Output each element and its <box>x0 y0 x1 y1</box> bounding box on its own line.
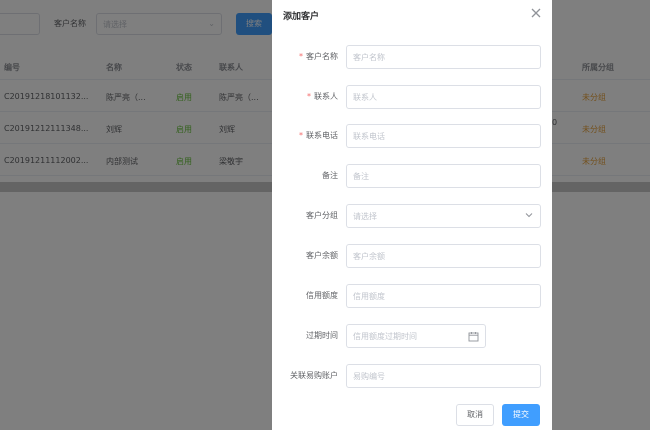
input-placeholder: 联系人 <box>353 93 377 102</box>
credit-limit-input[interactable]: 信用额度 <box>346 284 541 308</box>
field-label: 客户分组 <box>306 211 338 220</box>
linked-account-input[interactable]: 易购编号 <box>346 364 541 388</box>
form-row-contact: * 联系人 联系人 <box>272 85 552 109</box>
required-mark: * <box>307 92 311 101</box>
form-row-credit-limit: 信用额度 信用额度 <box>272 284 552 308</box>
input-placeholder: 易购编号 <box>353 372 385 381</box>
customer-group-select[interactable]: 请选择 <box>346 204 541 228</box>
field-label: 过期时间 <box>306 331 338 340</box>
phone-input[interactable]: 联系电话 <box>346 124 541 148</box>
field-label: 备注 <box>322 171 338 180</box>
required-mark: * <box>299 131 303 140</box>
close-icon[interactable] <box>530 7 542 19</box>
contact-input[interactable]: 联系人 <box>346 85 541 109</box>
form-row-expiry: 过期时间 信用额度过期时间 <box>272 324 552 348</box>
cancel-button[interactable]: 取消 <box>456 404 494 426</box>
field-label: 关联易购账户 <box>290 371 338 380</box>
field-label: * 客户名称 <box>299 52 338 61</box>
field-label: * 联系电话 <box>299 131 338 140</box>
calendar-icon <box>468 332 479 342</box>
form-row-phone: * 联系电话 联系电话 <box>272 124 552 148</box>
form-row-customer-name: * 客户名称 客户名称 <box>272 45 552 69</box>
customer-name-input[interactable]: 客户名称 <box>346 45 541 69</box>
field-label: * 联系人 <box>307 92 338 101</box>
input-placeholder: 客户余额 <box>353 252 385 261</box>
field-label: 信用额度 <box>306 291 338 300</box>
dialog-title: 添加客户 <box>283 12 320 22</box>
form-row-balance: 客户余额 客户余额 <box>272 244 552 268</box>
form-row-remark: 备注 备注 <box>272 164 552 188</box>
input-placeholder: 备注 <box>353 172 369 181</box>
input-placeholder: 联系电话 <box>353 132 385 141</box>
required-mark: * <box>299 52 303 61</box>
select-placeholder: 请选择 <box>353 212 377 221</box>
field-label: 客户余额 <box>306 251 338 260</box>
form-row-customer-group: 客户分组 请选择 <box>272 204 552 228</box>
input-placeholder: 信用额度过期时间 <box>353 332 417 341</box>
balance-input[interactable]: 客户余额 <box>346 244 541 268</box>
chevron-down-icon <box>525 213 533 218</box>
add-customer-dialog: 添加客户 * 客户名称 客户名称 * 联系人 联系人 * 联系电话 联系电话 备注 备… <box>272 0 552 430</box>
submit-button[interactable]: 提交 <box>502 404 540 426</box>
remark-input[interactable]: 备注 <box>346 164 541 188</box>
input-placeholder: 信用额度 <box>353 292 385 301</box>
input-placeholder: 客户名称 <box>353 53 385 62</box>
expiry-date-picker[interactable]: 信用额度过期时间 <box>346 324 486 348</box>
form-row-linked-account: 关联易购账户 易购编号 <box>272 364 552 388</box>
